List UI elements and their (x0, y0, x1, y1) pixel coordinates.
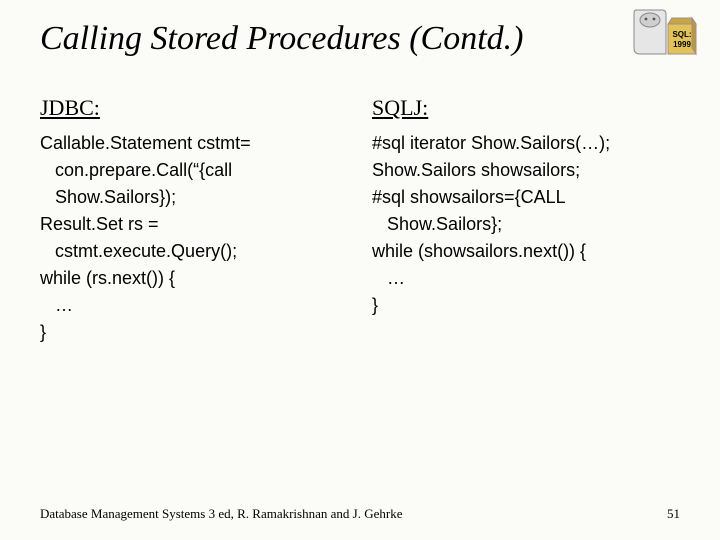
svg-text:SQL:: SQL: (672, 30, 691, 39)
right-column: SQLJ: #sql iterator Show.Sailors(…); Sho… (372, 92, 680, 346)
svg-text:1999: 1999 (673, 40, 691, 49)
sqlj-heading: SQLJ: (372, 92, 680, 124)
slide-title: Calling Stored Procedures (Contd.) (40, 20, 680, 58)
footer-credit: Database Management Systems 3 ed, R. Ram… (40, 506, 402, 522)
left-column: JDBC: Callable.Statement cstmt= con.prep… (40, 92, 348, 346)
jdbc-heading: JDBC: (40, 92, 348, 124)
footer: Database Management Systems 3 ed, R. Ram… (40, 506, 680, 522)
page-number: 51 (667, 506, 680, 522)
sqlj-code: #sql iterator Show.Sailors(…); Show.Sail… (372, 130, 680, 319)
content-columns: JDBC: Callable.Statement cstmt= con.prep… (40, 92, 680, 346)
sql-1999-logo: SQL: 1999 (630, 8, 698, 70)
jdbc-code: Callable.Statement cstmt= con.prepare.Ca… (40, 130, 348, 346)
